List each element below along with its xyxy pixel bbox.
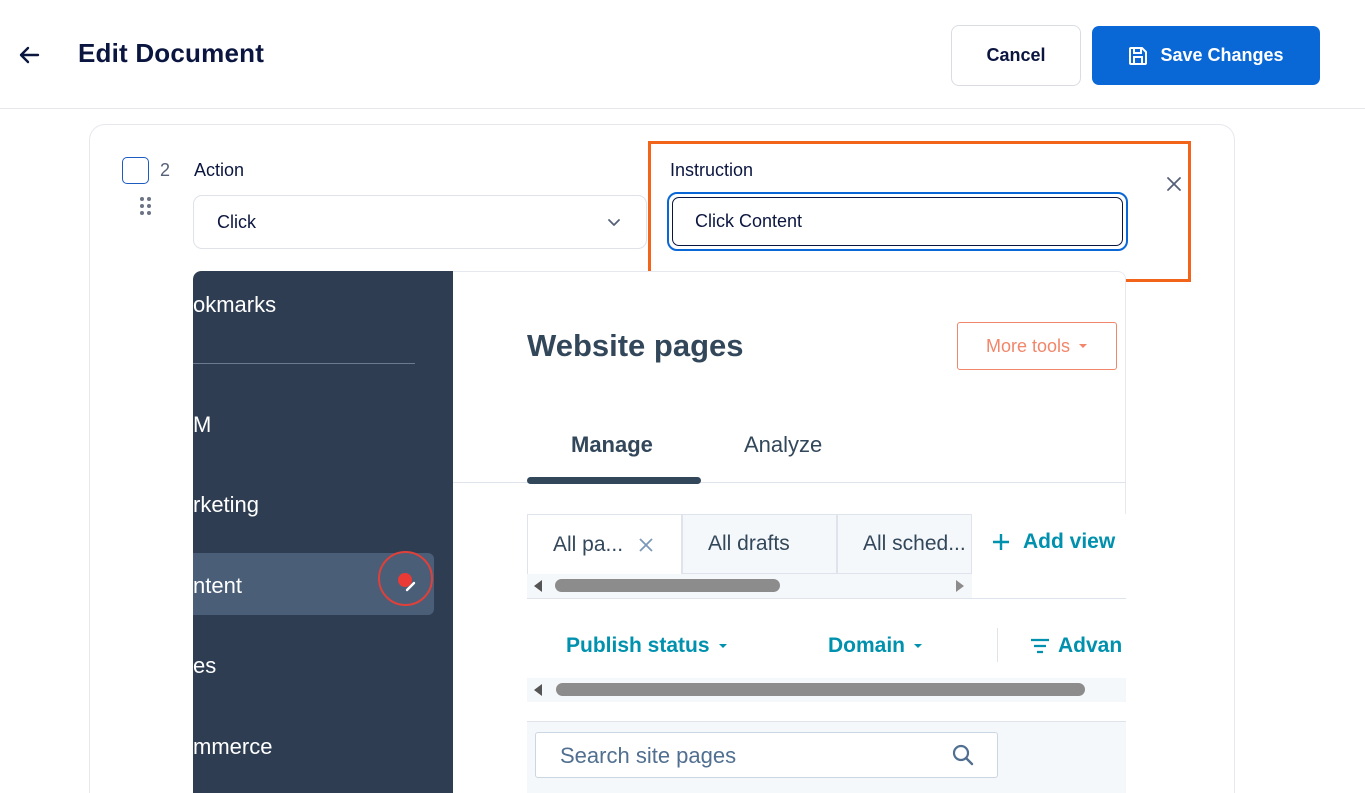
scroll-left-arrow <box>534 684 542 696</box>
chevron-down-icon <box>608 219 620 226</box>
step-screenshot: okmarks M rketing ntent es mmerce Websit… <box>193 271 1126 793</box>
instruction-field-wrapper <box>667 192 1128 251</box>
filter-publish-status: Publish status <box>566 634 728 658</box>
caret-down-icon <box>1079 344 1088 348</box>
close-icon <box>1167 177 1181 191</box>
page-header: Edit Document Cancel Save Changes <box>0 0 1365 109</box>
filter-advanced: Advan <box>1030 634 1122 658</box>
cancel-button[interactable]: Cancel <box>951 25 1081 86</box>
action-select-value: Click <box>217 212 256 232</box>
drag-handle-icon[interactable] <box>140 197 152 217</box>
tab-manage: Manage <box>571 432 653 457</box>
arrow-left-icon <box>19 46 40 64</box>
search-icon <box>952 744 974 766</box>
remove-step-button[interactable] <box>1163 173 1185 195</box>
save-changes-button[interactable]: Save Changes <box>1092 26 1320 85</box>
scroll-left-arrow <box>534 580 542 592</box>
search-site-pages-input: Search site pages <box>535 732 998 778</box>
more-tools-button: More tools <box>957 322 1117 370</box>
add-view-label: Add view <box>1023 530 1116 553</box>
view-tab-all-pages: All pa... <box>527 514 682 574</box>
caret-down-icon <box>718 644 727 648</box>
search-placeholder: Search site pages <box>560 743 737 768</box>
sidebar-item: M <box>193 412 212 437</box>
tab-active-underline <box>527 477 701 484</box>
views-bar-end <box>972 514 1126 598</box>
action-label: Action <box>194 160 245 180</box>
page-title: Edit Document <box>78 38 265 68</box>
action-select[interactable]: Click <box>193 195 647 249</box>
tab-analyze: Analyze <box>744 432 823 457</box>
view-tab-all-scheduled: All sched... <box>837 514 972 574</box>
add-view-button: Add view <box>991 530 1115 554</box>
filters-bar <box>527 598 1126 722</box>
scrollbar-thumb <box>555 579 780 592</box>
sidebar-item-content: ntent <box>193 573 242 598</box>
view-tab-label: All pa... <box>553 532 624 556</box>
filter-label: Publish status <box>566 634 710 657</box>
view-tab-all-drafts: All drafts <box>682 514 837 574</box>
filter-label: Advan <box>1058 634 1123 657</box>
pencil-icon <box>405 581 416 592</box>
sidebar-item: mmerce <box>193 734 273 759</box>
view-tab-label: All sched... <box>863 532 966 555</box>
screenshot-main: Website pages More tools Manage Analyze … <box>453 271 1126 793</box>
caret-down-icon <box>914 644 923 648</box>
instruction-input[interactable] <box>672 197 1123 246</box>
sidebar-divider <box>193 363 415 364</box>
screenshot-sidebar: okmarks M rketing ntent es mmerce <box>193 271 453 793</box>
website-pages-title: Website pages <box>527 328 744 363</box>
scroll-right-arrow <box>956 580 964 592</box>
filter-label: Domain <box>828 634 906 657</box>
view-tab-label: All drafts <box>708 532 790 555</box>
plus-icon <box>993 534 1009 550</box>
save-changes-label: Save Changes <box>1160 45 1284 65</box>
more-tools-label: More tools <box>985 335 1071 356</box>
step-number: 2 <box>160 160 171 180</box>
back-button[interactable] <box>14 40 44 70</box>
filter-domain: Domain <box>828 634 923 658</box>
filter-separator <box>997 628 998 662</box>
sidebar-item: rketing <box>193 492 260 517</box>
filter-lines-icon <box>1031 638 1049 654</box>
sidebar-item: okmarks <box>193 292 277 317</box>
close-icon <box>639 537 653 552</box>
instruction-label: Instruction <box>670 160 754 180</box>
scrollbar-thumb <box>556 683 1085 696</box>
sidebar-item: es <box>193 653 217 678</box>
save-icon <box>1129 46 1148 65</box>
step-checkbox[interactable] <box>122 157 149 184</box>
